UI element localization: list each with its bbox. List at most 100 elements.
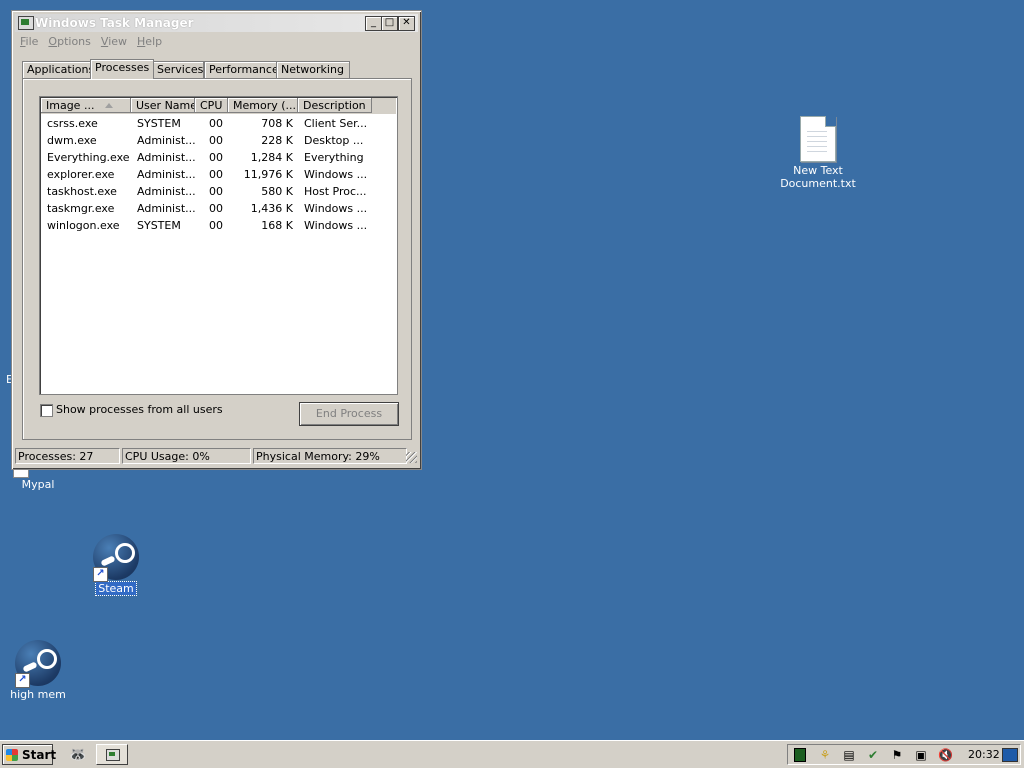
process-list[interactable]: Image ... User Name CPU Memory (... Desc… bbox=[39, 96, 398, 395]
tray-document-icon[interactable]: ▤ bbox=[842, 748, 856, 762]
show-all-users-checkbox[interactable] bbox=[40, 404, 53, 417]
table-cell-description: Client Ser... bbox=[304, 117, 368, 130]
table-cell-user: Administ... bbox=[137, 185, 196, 198]
resize-grip-icon[interactable] bbox=[406, 452, 417, 463]
close-button[interactable]: ✕ bbox=[398, 16, 415, 31]
task-manager-icon bbox=[106, 749, 120, 761]
windows-flag-icon bbox=[6, 749, 18, 761]
clock[interactable]: 20:32 bbox=[968, 748, 1000, 761]
table-row[interactable]: taskhost.exe Administ... 00 580 K Host Proc.… bbox=[41, 183, 396, 200]
status-bar: Processes: 27 CPU Usage: 0% Physical Mem… bbox=[15, 448, 418, 465]
system-tray: ⚘ ▤ ✔ ⚑ ▣ 🔇 20:32 bbox=[787, 744, 1021, 765]
table-cell-image: taskhost.exe bbox=[47, 185, 117, 198]
show-desktop-icon[interactable] bbox=[1002, 748, 1018, 762]
table-cell-description: Host Proc... bbox=[304, 185, 367, 198]
table-row[interactable]: winlogon.exe SYSTEM 00 168 K Windows ... bbox=[41, 217, 396, 234]
status-physical-memory: Physical Memory: 29% bbox=[253, 448, 407, 464]
table-cell-image: csrss.exe bbox=[47, 117, 98, 130]
menu-file[interactable]: File bbox=[20, 35, 38, 48]
table-cell-memory: 11,976 K bbox=[243, 168, 293, 181]
table-cell-cpu: 00 bbox=[209, 202, 223, 215]
window-title: Windows Task Manager bbox=[35, 16, 194, 30]
table-cell-image: dwm.exe bbox=[47, 134, 97, 147]
task-manager-window[interactable]: Windows Task Manager _ □ ✕ File Options Vi… bbox=[11, 10, 422, 470]
tab-services[interactable]: Services bbox=[152, 61, 204, 78]
column-memory[interactable]: Memory (... bbox=[228, 98, 298, 113]
desktop-icon-label: Mypal bbox=[21, 478, 55, 491]
table-cell-description: Windows ... bbox=[304, 168, 368, 181]
tab-processes[interactable]: Processes bbox=[90, 59, 154, 79]
table-cell-image: explorer.exe bbox=[47, 168, 115, 181]
table-cell-memory: 168 K bbox=[261, 219, 293, 232]
steam-icon: ↗ bbox=[93, 534, 139, 582]
end-process-button[interactable]: End Process bbox=[299, 402, 399, 426]
table-cell-memory: 708 K bbox=[261, 117, 293, 130]
steam-icon: ↗ bbox=[15, 640, 61, 688]
status-processes: Processes: 27 bbox=[15, 448, 120, 464]
start-button[interactable]: Start bbox=[2, 744, 56, 765]
menu-help[interactable]: Help bbox=[137, 35, 162, 48]
table-cell-description: Everything bbox=[304, 151, 364, 164]
maximize-button[interactable]: □ bbox=[381, 16, 398, 31]
shortcut-arrow-icon: ↗ bbox=[93, 567, 108, 582]
tray-flag-icon[interactable]: ⚑ bbox=[890, 748, 904, 762]
table-cell-cpu: 00 bbox=[209, 117, 223, 130]
table-cell-memory: 1,284 K bbox=[250, 151, 293, 164]
table-cell-cpu: 00 bbox=[209, 185, 223, 198]
table-row[interactable]: explorer.exe Administ... 00 11,976 K Windows… bbox=[41, 166, 396, 183]
table-cell-user: Administ... bbox=[137, 134, 196, 147]
tab-networking[interactable]: Networking bbox=[276, 61, 350, 78]
table-cell-description: Windows ... bbox=[304, 219, 368, 232]
taskbar: Start 🦝 ⚘ ▤ ✔ ⚑ ▣ 🔇 20:32 bbox=[0, 740, 1024, 768]
table-cell-user: Administ... bbox=[137, 168, 196, 181]
table-row[interactable]: dwm.exe Administ... 00 228 K Desktop ... bbox=[41, 132, 396, 149]
desktop-icon-label: high mem bbox=[10, 688, 66, 701]
menu-bar: File Options View Help bbox=[16, 35, 168, 53]
taskbar-task-manager-button[interactable] bbox=[96, 744, 128, 765]
column-image-name[interactable]: Image ... bbox=[41, 98, 131, 113]
shortcut-arrow-icon: ↗ bbox=[15, 673, 30, 688]
tab-applications[interactable]: Applications bbox=[22, 61, 94, 78]
table-cell-cpu: 00 bbox=[209, 219, 223, 232]
menu-options[interactable]: Options bbox=[48, 35, 90, 48]
desktop-icon-label: Steam bbox=[95, 581, 137, 596]
status-cpu-usage: CPU Usage: 0% bbox=[122, 448, 251, 464]
quick-launch-raccoon-icon[interactable]: 🦝 bbox=[69, 746, 87, 764]
tray-volume-muted-icon[interactable]: 🔇 bbox=[938, 748, 953, 762]
column-description[interactable]: Description bbox=[298, 98, 372, 113]
sort-ascending-icon bbox=[105, 103, 113, 108]
desktop-icon-new-text-document[interactable]: New Text Document.txt bbox=[778, 116, 858, 190]
table-cell-image: Everything.exe bbox=[47, 151, 130, 164]
table-cell-user: Administ... bbox=[137, 151, 196, 164]
table-cell-cpu: 00 bbox=[209, 134, 223, 147]
table-cell-user: Administ... bbox=[137, 202, 196, 215]
tab-performance[interactable]: Performance bbox=[204, 61, 279, 78]
tray-display-icon[interactable]: ▣ bbox=[914, 748, 928, 762]
table-cell-description: Desktop ... bbox=[304, 134, 364, 147]
table-row[interactable]: csrss.exe SYSTEM 00 708 K Client Ser... bbox=[41, 115, 396, 132]
title-bar[interactable]: Windows Task Manager _ □ ✕ bbox=[15, 14, 418, 32]
task-manager-icon bbox=[18, 16, 34, 30]
tray-security-icon[interactable]: ✔ bbox=[866, 748, 880, 762]
desktop-icon-high-mem[interactable]: ↗ high mem bbox=[0, 640, 78, 701]
table-cell-image: winlogon.exe bbox=[47, 219, 120, 232]
table-cell-memory: 580 K bbox=[261, 185, 293, 198]
table-row[interactable]: Everything.exe Administ... 00 1,284 K Everyt… bbox=[41, 149, 396, 166]
desktop-icon-steam[interactable]: ↗ Steam bbox=[76, 534, 156, 596]
table-cell-description: Windows ... bbox=[304, 202, 368, 215]
table-cell-memory: 1,436 K bbox=[250, 202, 293, 215]
column-user-name[interactable]: User Name bbox=[131, 98, 195, 113]
tray-network-icon[interactable]: ⚘ bbox=[818, 748, 832, 762]
text-document-icon bbox=[800, 116, 836, 162]
tray-cpu-meter-icon[interactable] bbox=[794, 748, 806, 762]
table-cell-cpu: 00 bbox=[209, 168, 223, 181]
table-cell-memory: 228 K bbox=[261, 134, 293, 147]
table-cell-image: taskmgr.exe bbox=[47, 202, 115, 215]
column-cpu[interactable]: CPU bbox=[195, 98, 228, 113]
table-cell-cpu: 00 bbox=[209, 151, 223, 164]
table-cell-user: SYSTEM bbox=[137, 117, 181, 130]
minimize-button[interactable]: _ bbox=[365, 16, 382, 31]
table-row[interactable]: taskmgr.exe Administ... 00 1,436 K Windows .… bbox=[41, 200, 396, 217]
menu-view[interactable]: View bbox=[101, 35, 127, 48]
show-all-users-label[interactable]: Show processes from all users bbox=[56, 403, 223, 416]
